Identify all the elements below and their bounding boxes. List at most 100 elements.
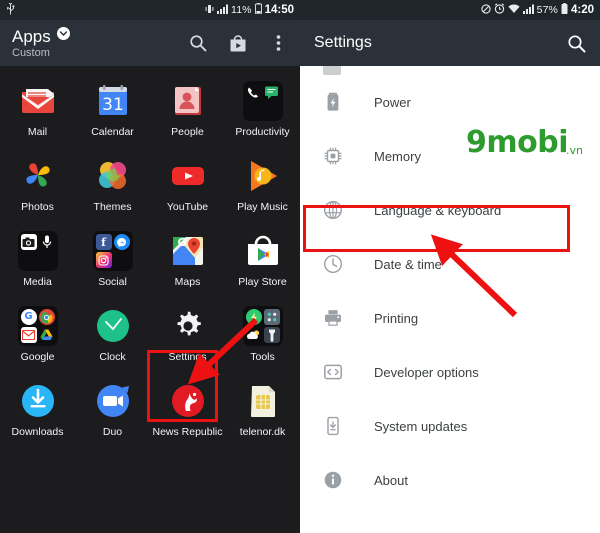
play-store-icon[interactable] xyxy=(228,33,248,53)
settings-item-label: Power xyxy=(374,94,411,110)
phone-icon xyxy=(246,84,262,100)
app-cell-themes[interactable]: Themes xyxy=(75,147,150,222)
app-cell-play-store[interactable]: Play Store xyxy=(225,222,300,297)
info-icon xyxy=(322,469,344,491)
app-cell-photos[interactable]: Photos xyxy=(0,147,75,222)
chevron-down-circle-icon[interactable] xyxy=(56,27,70,45)
alarm-icon xyxy=(494,3,505,17)
app-cell-media[interactable]: Media xyxy=(0,222,75,297)
memory-chip-icon xyxy=(322,145,344,167)
clock-label: 14:50 xyxy=(264,4,294,16)
app-label: Social xyxy=(98,276,127,288)
news-republic-icon xyxy=(168,381,208,421)
app-cell-youtube[interactable]: YouTube xyxy=(150,147,225,222)
app-cell-duo[interactable]: Duo xyxy=(75,372,150,447)
clock-label: 4:20 xyxy=(570,4,594,16)
settings-item-label: About xyxy=(374,472,408,488)
app-drawer-subtitle: Custom xyxy=(12,46,50,59)
mail-icon xyxy=(18,81,58,121)
app-label: People xyxy=(171,126,204,138)
settings-header: Settings xyxy=(300,20,600,66)
search-icon[interactable] xyxy=(188,33,208,53)
settings-item-printing[interactable]: Printing xyxy=(300,291,600,345)
partial-icon xyxy=(323,66,341,75)
settings-item-label: Memory xyxy=(374,148,421,164)
settings-list: Power Memory Language & keyboard Date & … xyxy=(300,66,600,507)
settings-gear-icon xyxy=(168,306,208,346)
app-drawer-title: Apps xyxy=(12,26,51,46)
overflow-menu-icon[interactable] xyxy=(268,33,288,53)
photos-icon xyxy=(18,156,58,196)
app-label: Duo xyxy=(102,426,123,438)
facebook-icon: f xyxy=(95,234,112,250)
app-cell-tools[interactable]: Tools xyxy=(225,297,300,372)
app-label: telenor.dk xyxy=(239,426,286,438)
app-cell-social[interactable]: f Social xyxy=(75,222,150,297)
maps-icon: G xyxy=(168,231,208,271)
vibrate-icon xyxy=(205,4,214,17)
productivity-folder-icon xyxy=(242,81,283,121)
app-label: Maps xyxy=(174,276,201,288)
chrome-icon xyxy=(38,309,55,325)
calendar-icon: 31 xyxy=(93,81,133,121)
microphone-icon xyxy=(39,234,55,250)
wifi-icon xyxy=(508,3,520,17)
app-label: Play Music xyxy=(237,201,288,213)
app-label: Photos xyxy=(21,201,54,213)
people-icon xyxy=(168,81,208,121)
svg-text:G: G xyxy=(177,236,186,249)
app-cell-news-republic[interactable]: News Republic xyxy=(150,372,225,447)
app-cell-settings[interactable]: Settings xyxy=(150,297,225,372)
mute-icon xyxy=(480,3,491,17)
app-cell-maps[interactable]: G Maps xyxy=(150,222,225,297)
app-label: Calendar xyxy=(91,126,134,138)
app-drawer-title-group[interactable]: Apps Custom xyxy=(12,27,70,60)
app-label: Settings xyxy=(168,351,207,363)
duo-icon xyxy=(93,381,133,421)
right-status-bar: 57% 4:20 xyxy=(300,0,600,20)
settings-item-label: Date & time xyxy=(374,256,442,272)
settings-item-memory[interactable]: Memory xyxy=(300,129,600,183)
google-drive-icon xyxy=(39,327,55,343)
settings-item-label: Developer options xyxy=(374,364,479,380)
app-label: Play Store xyxy=(238,276,287,288)
settings-item-developer-options[interactable]: Developer options xyxy=(300,345,600,399)
app-label: Tools xyxy=(250,351,275,363)
torch-icon xyxy=(263,327,280,343)
app-cell-people[interactable]: People xyxy=(150,72,225,147)
settings-item-partial[interactable] xyxy=(300,66,600,75)
app-label: Media xyxy=(23,276,52,288)
settings-item-language-keyboard[interactable]: Language & keyboard xyxy=(300,183,600,237)
instagram-icon xyxy=(95,252,112,268)
settings-item-system-updates[interactable]: System updates xyxy=(300,399,600,453)
settings-item-power[interactable]: Power xyxy=(300,75,600,129)
settings-item-date-time[interactable]: Date & time xyxy=(300,237,600,291)
code-brackets-icon xyxy=(322,361,344,383)
app-cell-productivity[interactable]: Productivity xyxy=(225,72,300,147)
gmail-icon xyxy=(20,327,37,343)
battery-icon xyxy=(561,3,568,17)
app-cell-downloads[interactable]: Downloads xyxy=(0,372,75,447)
app-cell-clock[interactable]: Clock xyxy=(75,297,150,372)
app-cell-mail[interactable]: Mail xyxy=(0,72,75,147)
app-cell-play-music[interactable]: Play Music xyxy=(225,147,300,222)
google-search-icon: G xyxy=(20,309,37,325)
social-folder-icon: f xyxy=(92,231,133,271)
usb-icon xyxy=(6,0,15,18)
settings-item-about[interactable]: About xyxy=(300,453,600,507)
app-cell-google[interactable]: G Google xyxy=(0,297,75,372)
settings-panel: 57% 4:20 Settings Power Memory Language … xyxy=(300,0,600,533)
message-icon xyxy=(264,84,280,100)
app-cell-calendar[interactable]: 31 Calendar xyxy=(75,72,150,147)
svg-text:31: 31 xyxy=(102,95,124,115)
camera-icon xyxy=(20,234,37,250)
app-label: Themes xyxy=(93,201,132,213)
printer-icon xyxy=(322,307,344,329)
play-music-icon xyxy=(243,156,283,196)
battery-icon xyxy=(322,91,344,113)
search-icon[interactable] xyxy=(566,33,586,53)
battery-percent-label: 57% xyxy=(536,4,558,16)
app-grid: Mail 31 Calendar People Productivity Pho… xyxy=(0,66,300,447)
app-cell-telenor[interactable]: telenor.dk xyxy=(225,372,300,447)
app-label: Clock xyxy=(99,351,126,363)
